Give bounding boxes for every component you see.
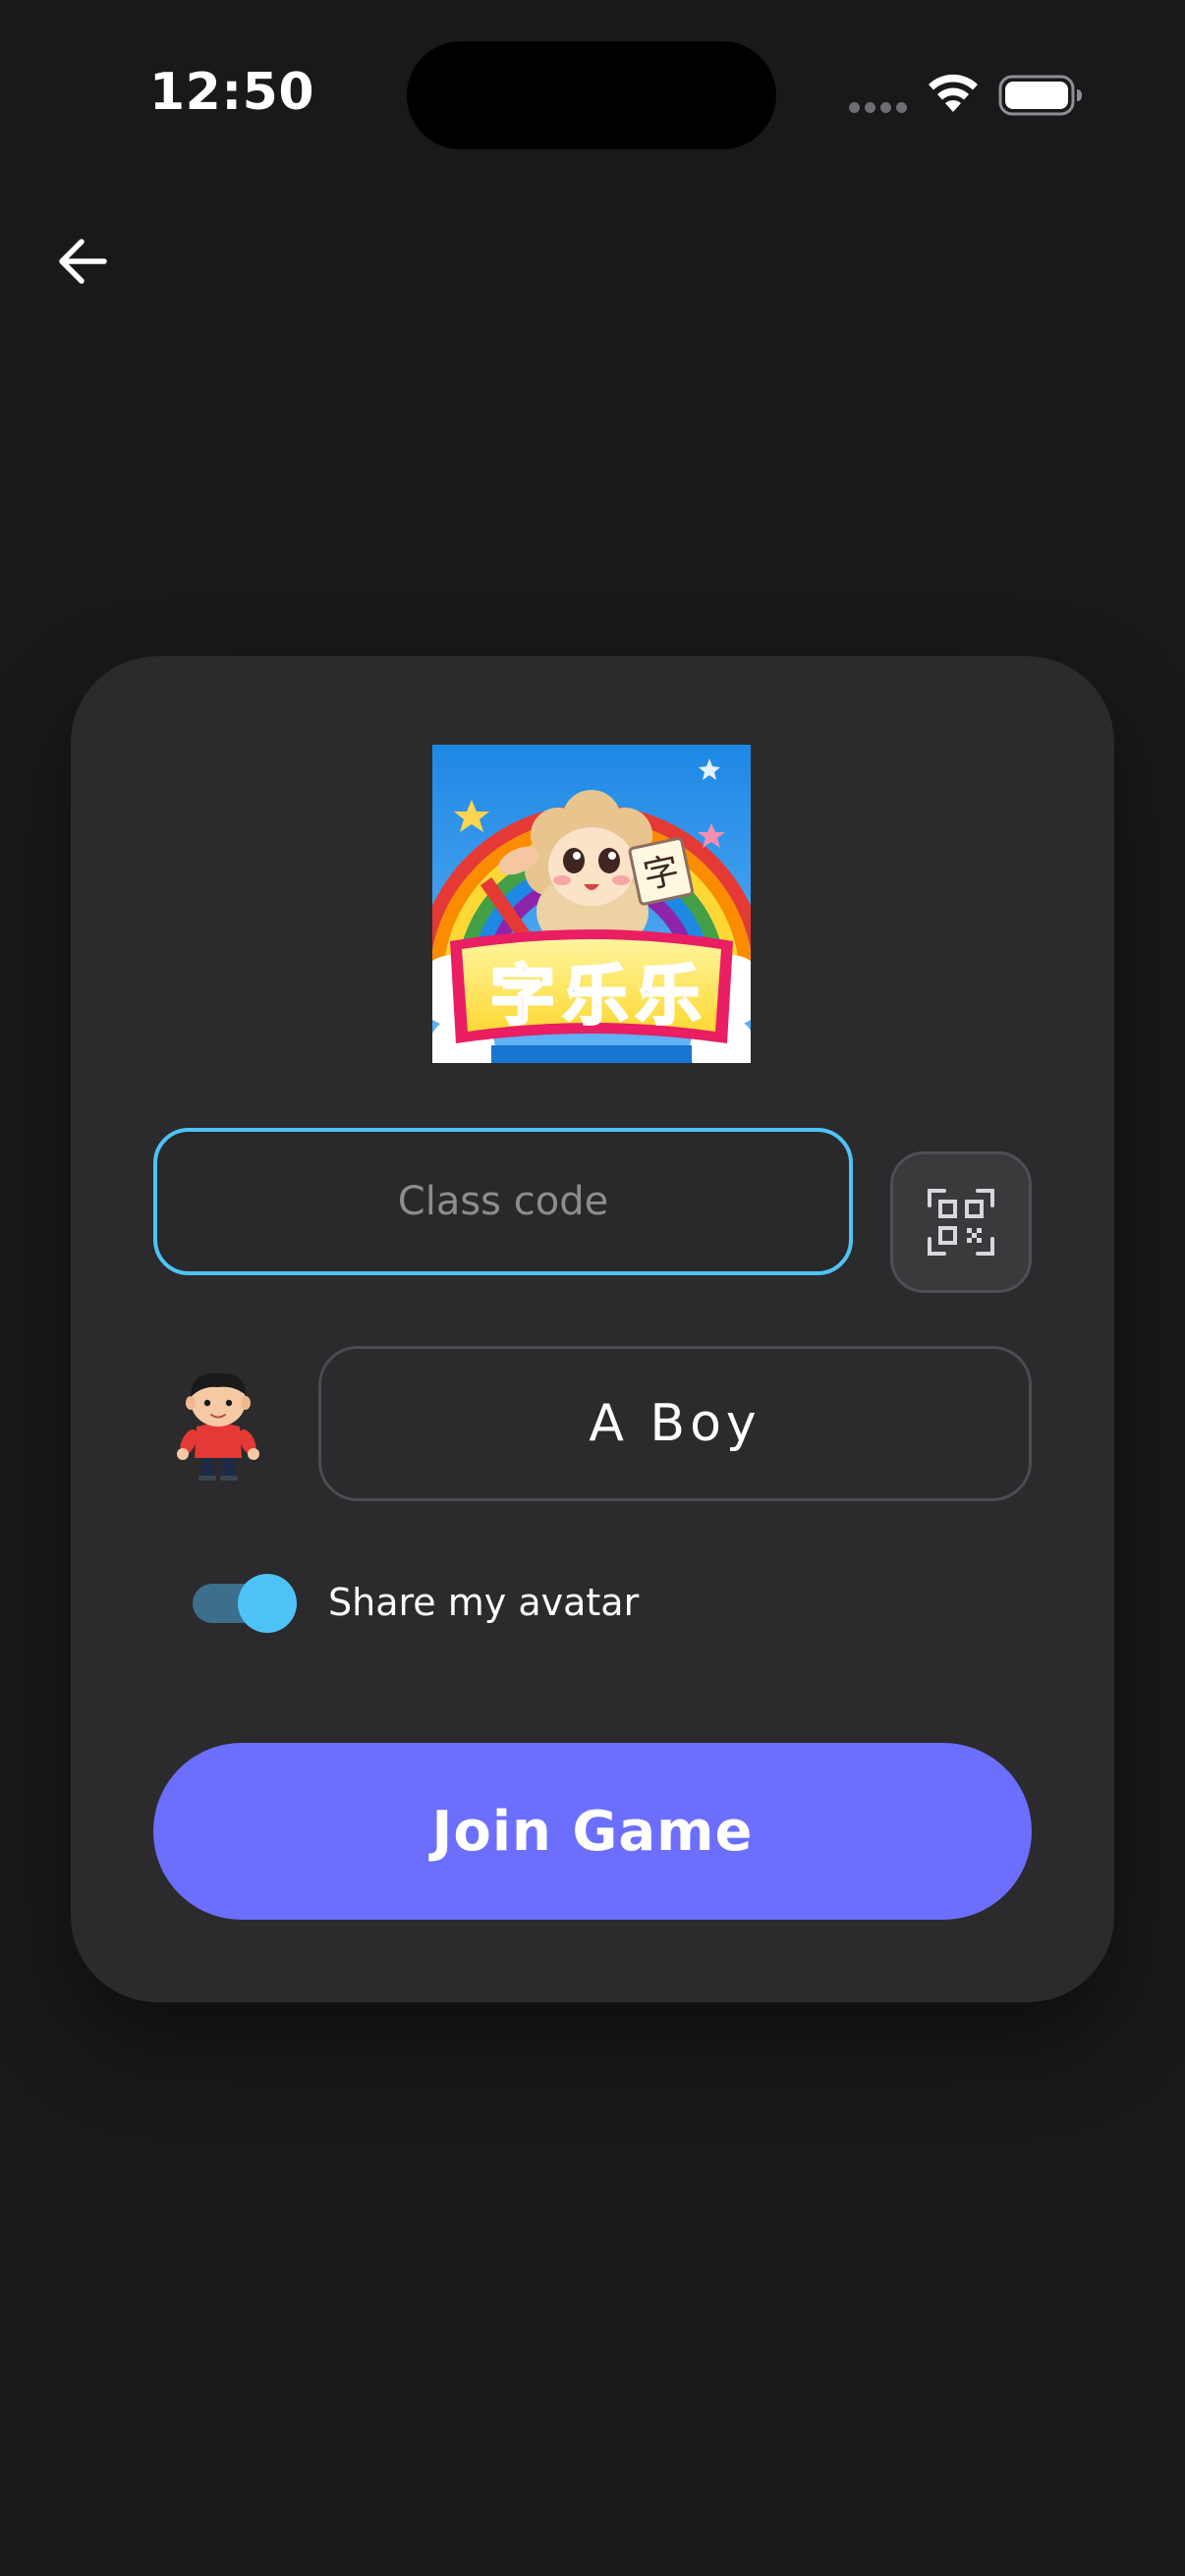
app-logo-illustration: 字 字 乐 乐	[432, 745, 751, 1063]
arrow-left-icon	[59, 239, 107, 284]
qr-scan-button[interactable]	[890, 1151, 1032, 1293]
share-avatar-toggle[interactable]	[189, 1572, 299, 1633]
boy-avatar-icon	[177, 1372, 259, 1481]
cellular-signal-icon	[849, 102, 908, 116]
dynamic-island	[407, 41, 776, 149]
logo-char-3: 乐	[636, 958, 701, 1034]
qr-code-scan-icon	[928, 1189, 994, 1256]
app-logo: 字 字 乐 乐	[432, 745, 751, 1063]
status-bar: 12:50	[0, 0, 1185, 196]
logo-char-1: 字	[490, 958, 555, 1034]
class-code-input[interactable]	[153, 1128, 853, 1275]
wifi-icon	[929, 74, 978, 112]
join-game-button[interactable]: Join Game	[153, 1743, 1032, 1920]
back-button[interactable]	[47, 226, 118, 297]
status-time: 12:50	[149, 63, 315, 122]
join-card: 字 字 乐 乐 Class code A Boy Share my avatar…	[71, 656, 1114, 2002]
logo-char-2: 乐	[563, 958, 628, 1034]
avatar[interactable]	[169, 1368, 267, 1482]
toggle-thumb	[238, 1574, 297, 1633]
share-avatar-label: Share my avatar	[328, 1581, 640, 1624]
player-name-field[interactable]: A Boy	[318, 1346, 1032, 1501]
battery-icon	[998, 75, 1082, 116]
join-game-screen: 12:50 字 字 乐 乐 Class code A Boy Share my …	[0, 0, 1185, 2576]
